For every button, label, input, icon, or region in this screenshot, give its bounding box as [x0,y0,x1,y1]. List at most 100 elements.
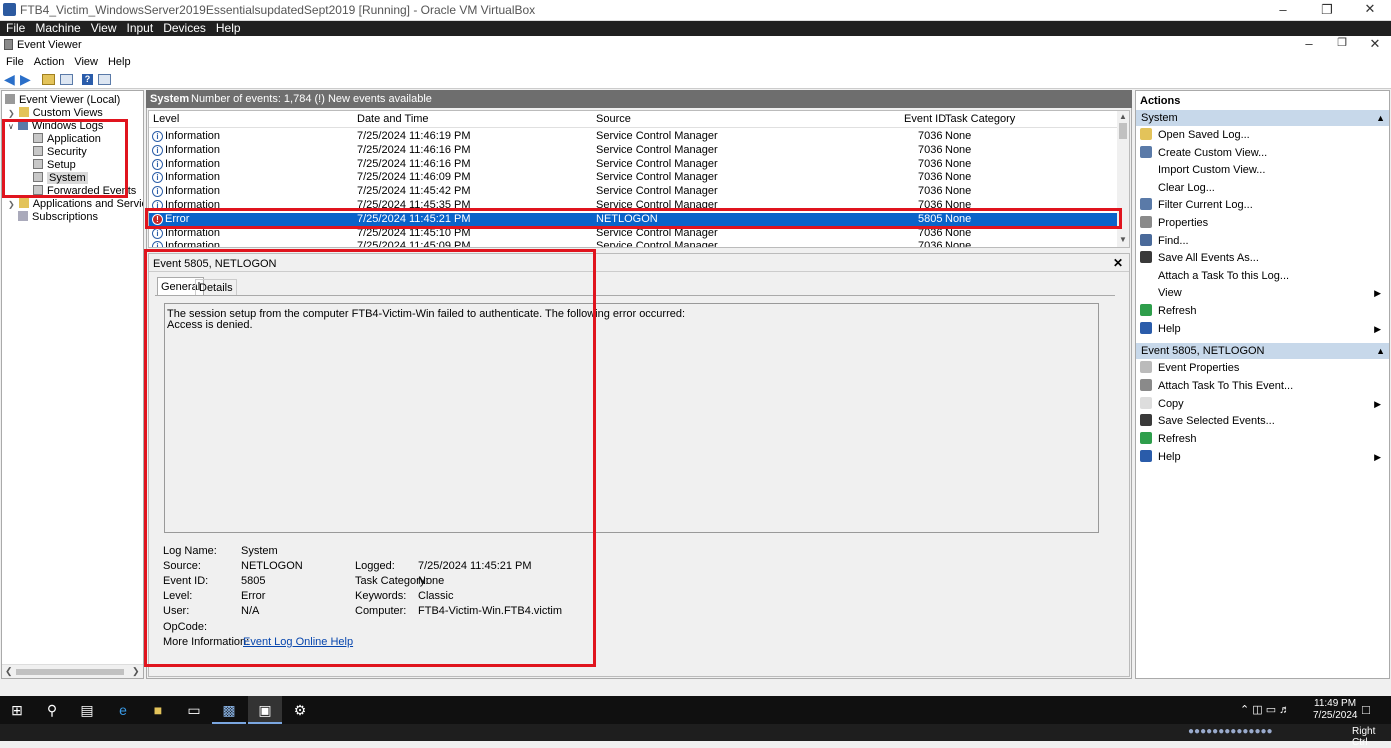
file-explorer-icon[interactable]: ■ [141,696,175,724]
actions-section-system[interactable]: System ▲ [1136,110,1389,126]
action-refresh[interactable]: Refresh [1140,303,1385,319]
menu-action[interactable]: Action [34,55,65,69]
expand-arrow-icon[interactable]: ❯ [8,109,15,118]
event-action-attach-task-to-this-event[interactable]: Attach Task To This Event... [1140,378,1385,394]
clock-date[interactable]: 7/25/2024 [1313,710,1358,721]
action-save-all-events-as[interactable]: Save All Events As... [1140,250,1385,266]
tree-item-application[interactable]: Application [33,133,101,146]
cell-event_id: 7036 [918,185,943,198]
vbox-menu-devices[interactable]: Devices [163,21,206,36]
action-help[interactable]: Help ▶ [1140,321,1385,337]
event-viewer-taskbar-icon[interactable]: ▣ [248,696,282,724]
cell-category: None [945,226,972,239]
vbox-menu-input[interactable]: Input [127,21,154,36]
column-event-id[interactable]: Event ID [904,113,946,125]
notification-icon[interactable]: □ [1362,702,1370,717]
scroll-thumb[interactable] [1119,123,1127,139]
vbox-menu-file[interactable]: File [6,21,25,36]
vbox-menu-machine[interactable]: Machine [35,21,80,36]
maximize-button[interactable]: ❐ [1327,36,1357,49]
column-task-category[interactable]: Task Category [945,113,1015,125]
vbox-menu-view[interactable]: View [91,21,117,36]
action-properties[interactable]: Properties [1140,215,1385,231]
collapse-arrow-icon[interactable]: ▲ [1376,343,1385,359]
column-date-time[interactable]: Date and Time [357,113,429,125]
close-button[interactable]: ✕ [1360,36,1390,52]
table-row[interactable]: i Information 7/25/2024 11:45:10 PM Service… [149,227,1117,241]
collapse-arrow-icon[interactable]: ▲ [1376,110,1385,126]
table-row[interactable]: i Information 7/25/2024 11:45:35 PM Service… [149,199,1117,213]
clock-time[interactable]: 11:49 PM [1314,698,1356,709]
action-create-custom-view[interactable]: Create Custom View... [1140,145,1385,161]
event-action-copy[interactable]: Copy ▶ [1140,396,1385,412]
tree-item-security[interactable]: Security [33,146,87,159]
detail-close-icon[interactable]: ✕ [1113,256,1123,270]
tree-item-setup[interactable]: Setup [33,159,76,172]
table-row[interactable]: i Information 7/25/2024 11:46:16 PM Service… [149,144,1117,158]
tree-root[interactable]: Event Viewer (Local) [5,94,120,107]
event-log-online-help-link[interactable]: Event Log Online Help [243,636,353,648]
show-hide-tree-icon[interactable] [60,74,73,85]
expand-arrow-icon[interactable]: ❯ [8,200,15,209]
vbox-maximize-button[interactable]: ❐ [1312,2,1342,18]
scroll-right-icon[interactable]: ❯ [132,666,140,677]
event-action-save-selected-events[interactable]: Save Selected Events... [1140,413,1385,429]
search-icon[interactable]: ⚲ [35,696,69,724]
table-row[interactable]: i Information 7/25/2024 11:45:42 PM Service… [149,185,1117,199]
event-message-box[interactable]: The session setup from the computer FTB4… [164,303,1099,533]
forward-arrow-icon[interactable]: ▶ [20,72,31,86]
collapse-arrow-icon[interactable]: ∨ [8,122,14,131]
action-view[interactable]: View ▶ [1140,285,1385,301]
tree-windows-logs[interactable]: ∨ Windows Logs [8,120,103,133]
settings-gear-icon[interactable]: ⚙ [283,696,317,724]
table-row[interactable]: i Information 7/25/2024 11:45:09 PM Service… [149,240,1117,247]
tree-custom-views[interactable]: ❯ Custom Views [8,107,103,120]
open-folder-icon[interactable] [42,74,55,85]
action-attach-a-task-to-this-log[interactable]: Attach a Task To this Log... [1140,268,1385,284]
action-open-saved-log[interactable]: Open Saved Log... [1140,127,1385,143]
column-source[interactable]: Source [596,113,631,125]
tree-item-forwarded-events[interactable]: Forwarded Events [33,185,136,198]
server-manager-icon[interactable]: ▩ [212,696,246,724]
event-action-refresh[interactable]: Refresh [1140,431,1385,447]
scroll-up-icon[interactable]: ▲ [1119,112,1127,121]
actions-section-event[interactable]: Event 5805, NETLOGON ▲ [1136,343,1389,359]
scroll-down-icon[interactable]: ▼ [1119,235,1127,244]
table-row[interactable]: i Information 7/25/2024 11:46:09 PM Service… [149,171,1117,185]
menu-file[interactable]: File [6,55,24,69]
table-row[interactable]: ! Error 7/25/2024 11:45:21 PM NETLOGON 5805 N… [149,212,1117,227]
log-icon [33,172,43,182]
command-prompt-icon[interactable]: ▭ [177,696,211,724]
action-clear-log[interactable]: Clear Log... [1140,180,1385,196]
task-view-icon[interactable]: ▤ [70,696,104,724]
vbox-status-icons[interactable]: ●●●●●●●●●●●●●● [1188,726,1273,737]
table-vertical-scrollbar[interactable]: ▲ ▼ [1117,111,1129,247]
tray-icons[interactable]: ⌃ ◫ ▭ ♬ [1240,703,1290,716]
table-row[interactable]: i Information 7/25/2024 11:46:16 PM Service… [149,158,1117,172]
edge-browser-icon[interactable]: e [106,696,140,724]
vbox-minimize-button[interactable]: – [1268,2,1298,17]
start-button-icon[interactable]: ⊞ [0,696,34,724]
column-level[interactable]: Level [153,113,179,125]
action-filter-current-log[interactable]: Filter Current Log... [1140,197,1385,213]
action-import-custom-view[interactable]: Import Custom View... [1140,162,1385,178]
vbox-close-button[interactable]: ✕ [1355,1,1385,17]
menu-view[interactable]: View [74,55,98,69]
menu-help[interactable]: Help [108,55,131,69]
tree-horizontal-scrollbar[interactable]: ❮ ❯ [2,664,143,678]
scroll-thumb[interactable] [16,669,124,675]
tree-subscriptions[interactable]: Subscriptions [18,211,98,224]
help-icon[interactable]: ? [82,74,93,85]
event-action-help[interactable]: Help ▶ [1140,449,1385,465]
action-pane-icon[interactable] [98,74,111,85]
vbox-menu-help[interactable]: Help [216,21,241,36]
action-find[interactable]: Find... [1140,233,1385,249]
scroll-left-icon[interactable]: ❮ [5,666,13,677]
back-arrow-icon[interactable]: ◀ [4,72,15,86]
tab-details[interactable]: Details [195,279,237,296]
minimize-button[interactable]: – [1294,36,1324,51]
event-action-event-properties[interactable]: Event Properties [1140,360,1385,376]
tree-item-system[interactable]: System [33,172,88,185]
table-row[interactable]: i Information 7/25/2024 11:46:19 PM Service… [149,130,1117,144]
tree-apps-services[interactable]: ❯Applications and Services Lo [8,198,143,211]
